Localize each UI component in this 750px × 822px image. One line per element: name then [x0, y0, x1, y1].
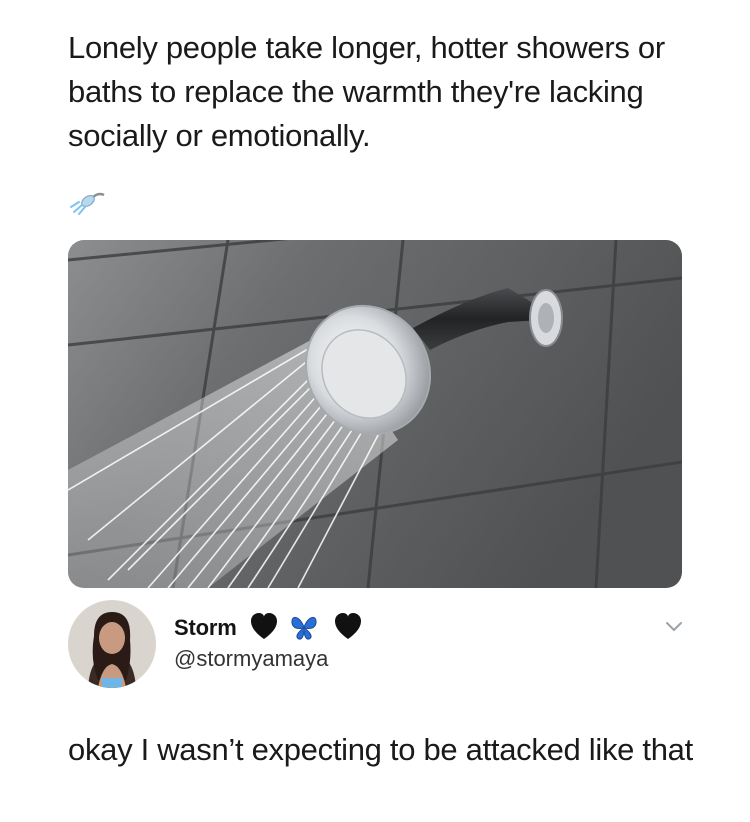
- shower-head-photo: [68, 240, 682, 588]
- display-name[interactable]: Storm: [174, 615, 237, 641]
- butterfly-icon: [291, 617, 317, 640]
- reply-text: okay I wasn’t expecting to be attacked l…: [68, 732, 693, 767]
- black-heart-icon: [251, 613, 277, 639]
- black-heart-icon: [335, 613, 361, 639]
- avatar[interactable]: [68, 600, 156, 688]
- shower-icon: [70, 192, 105, 215]
- quote-text: Lonely people take longer, hotter shower…: [68, 30, 665, 153]
- name-emojis: [251, 613, 361, 640]
- chevron-down-icon[interactable]: [664, 620, 684, 634]
- user-handle[interactable]: @stormyamaya: [174, 646, 328, 672]
